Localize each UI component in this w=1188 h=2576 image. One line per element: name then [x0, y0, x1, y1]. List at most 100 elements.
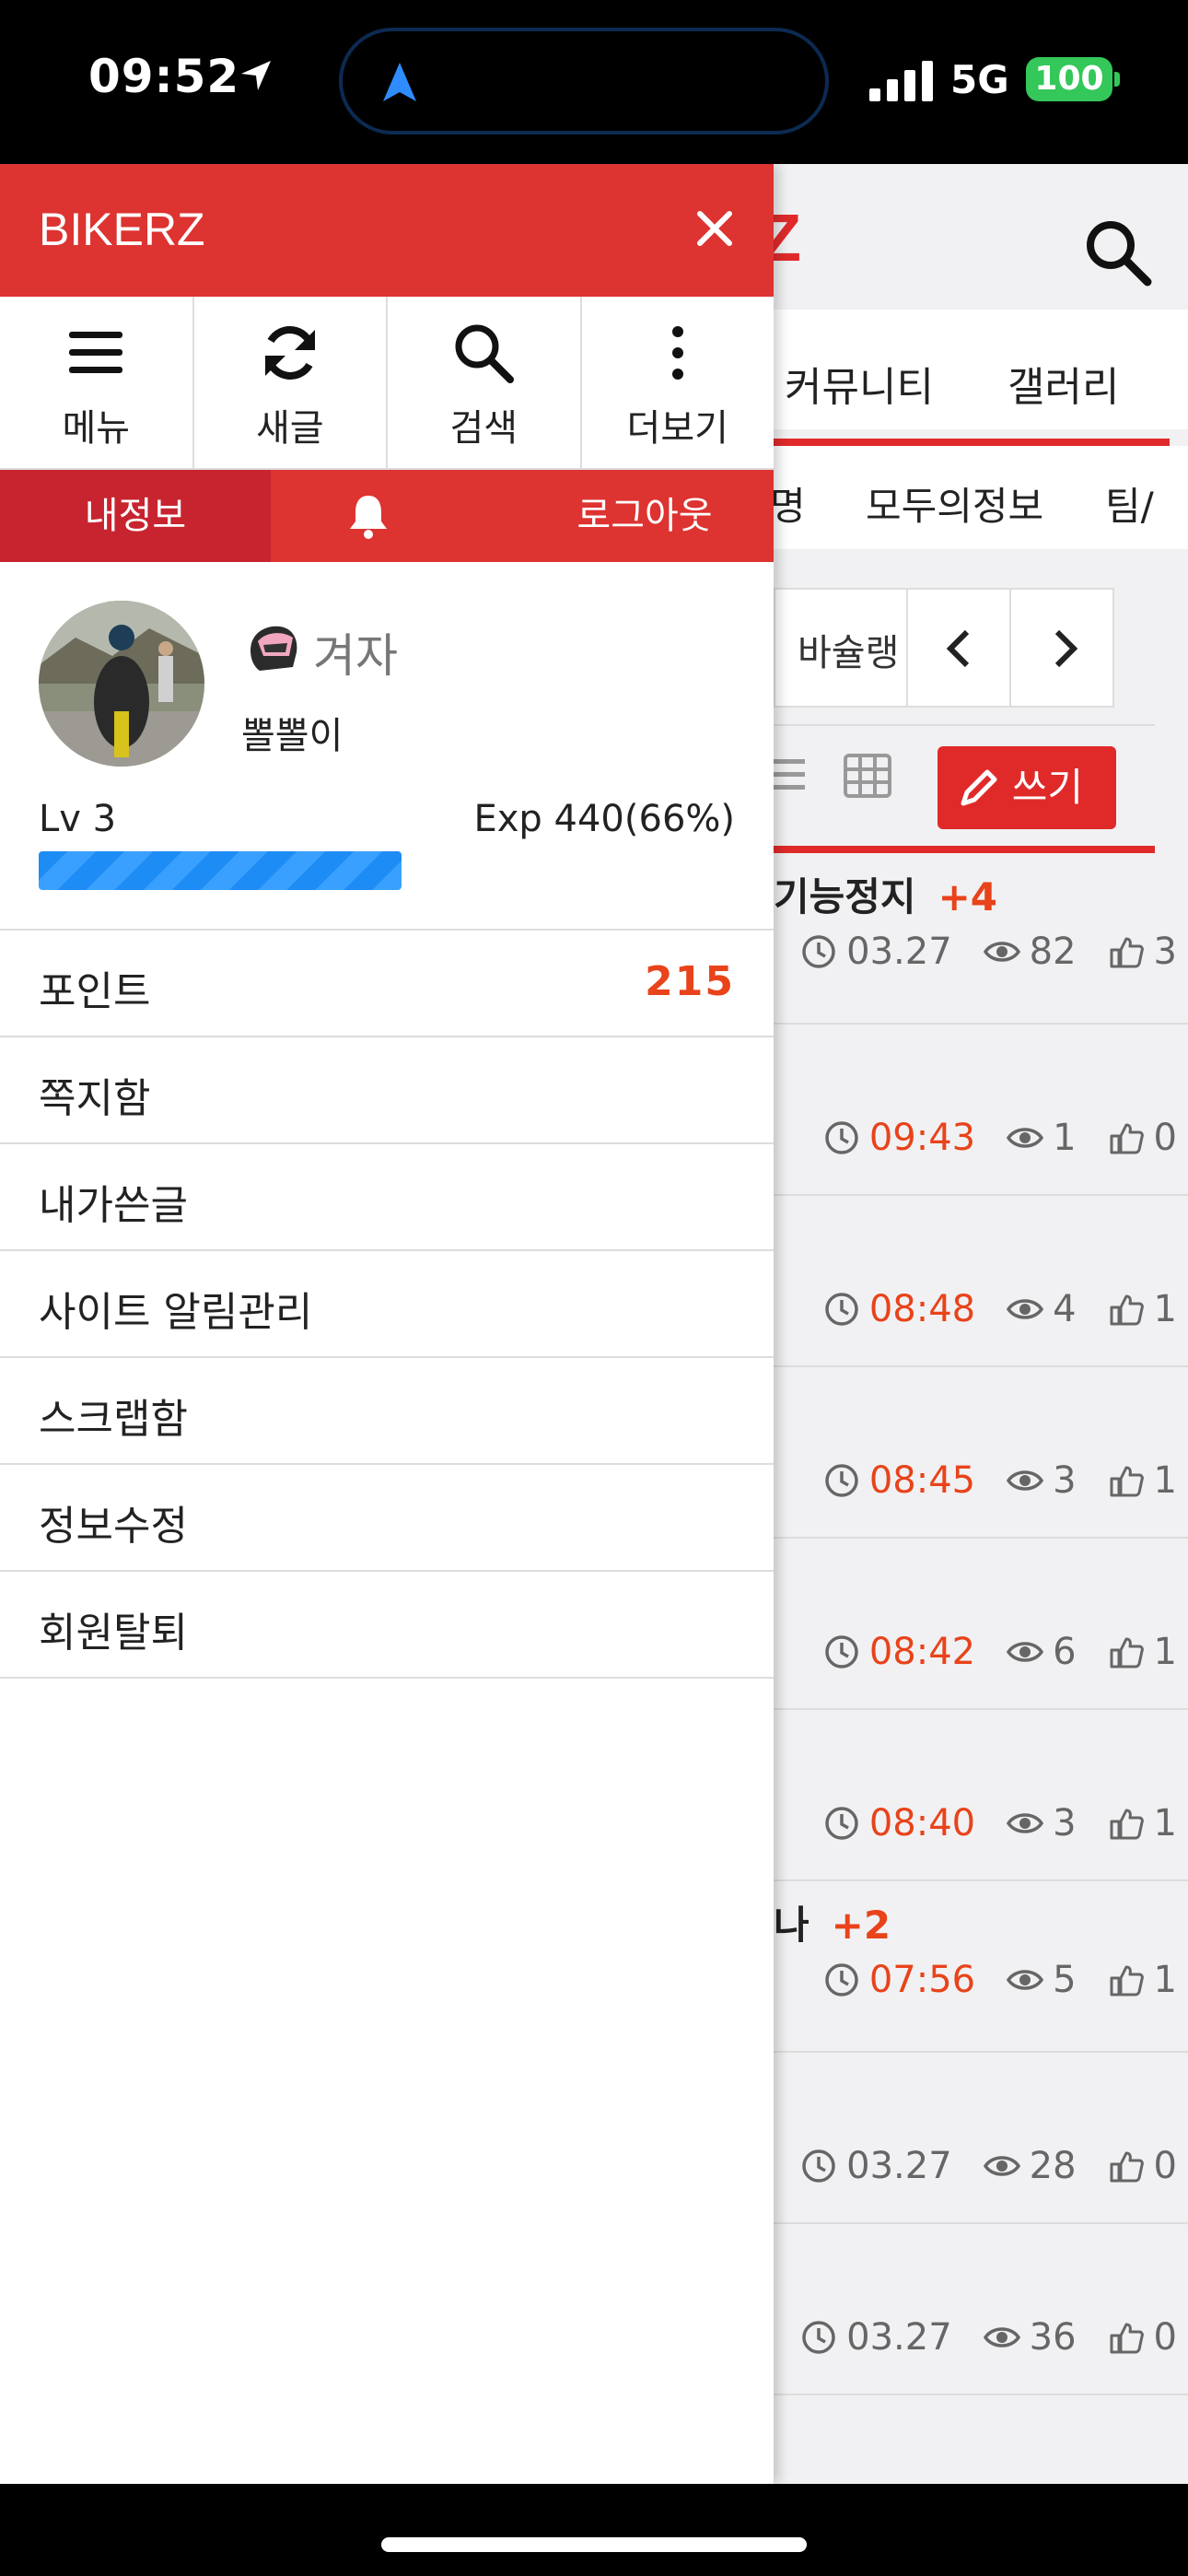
post-row[interactable]: 기능정지 +4 03.27 82 3: [774, 853, 1188, 1025]
menu-item-edit-profile[interactable]: 정보수정: [0, 1465, 774, 1572]
post-views: 5: [1053, 1959, 1077, 2001]
post-time: 03.27: [846, 2316, 952, 2359]
search-button[interactable]: 검색: [388, 297, 582, 468]
nav-gallery[interactable]: 갤러리: [1007, 354, 1119, 413]
close-icon[interactable]: [693, 206, 737, 251]
post-title-text: 기능정지: [774, 874, 916, 919]
post-time: 08:45: [868, 1459, 976, 1502]
post-title-text: 나: [774, 1903, 809, 1948]
thumbs-up-icon: [1110, 1637, 1144, 1669]
post-row[interactable]: 08:45 3 1: [774, 1367, 1188, 1539]
battery-tip: [1114, 72, 1120, 87]
bell-icon[interactable]: [344, 492, 392, 540]
post-title: 기능정지 +4: [774, 866, 997, 922]
post-meta: 07:56 5 1: [823, 1959, 1177, 2001]
post-row[interactable]: 03.27 36 0: [774, 2224, 1188, 2395]
filter-box[interactable]: 바슐랭: [774, 588, 908, 708]
comment-count-badge: +2: [831, 1903, 891, 1948]
new-posts-label: 새글: [255, 407, 324, 450]
post-views: 36: [1029, 2316, 1077, 2359]
menu-item-messages[interactable]: 쪽지함: [0, 1037, 774, 1144]
clock-icon: [825, 1293, 858, 1326]
post-row[interactable]: 09:43 1 0: [774, 1025, 1188, 1196]
search-icon[interactable]: [1081, 216, 1155, 289]
new-posts-button[interactable]: 새글: [194, 297, 388, 468]
menu-item-withdraw[interactable]: 회원탈퇴: [0, 1572, 774, 1679]
clock-icon: [802, 935, 835, 968]
post-likes: 1: [1153, 1802, 1177, 1844]
post-time: 09:43: [868, 1117, 976, 1159]
subnav-item[interactable]: 모두의정보: [866, 475, 1043, 532]
thumbs-up-icon: [1110, 2323, 1144, 2354]
hamburger-menu-icon: [69, 332, 123, 373]
pencil-icon: [961, 769, 997, 806]
exp-progress-fill: [39, 851, 402, 890]
next-button[interactable]: [1009, 588, 1114, 708]
post-meta: 03.27 28 0: [800, 2145, 1177, 2187]
refresh-icon: [264, 326, 315, 380]
menu-button-label: 메뉴: [62, 407, 131, 450]
menu-item-scrapbook[interactable]: 스크랩함: [0, 1358, 774, 1465]
list-top-underline: [774, 846, 1155, 853]
post-views: 82: [1029, 931, 1077, 973]
post-row[interactable]: 나 +2 07:56 5 1: [774, 1881, 1188, 2053]
navigation-arrow-icon: [383, 63, 416, 101]
post-likes: 1: [1153, 1459, 1177, 1502]
tab-my-info[interactable]: 내정보: [0, 470, 271, 562]
post-likes: 0: [1153, 2145, 1177, 2187]
post-time: 08:42: [868, 1631, 976, 1673]
menu-button[interactable]: 메뉴: [0, 297, 194, 468]
menu-item-label: 내가쓴글: [39, 1182, 188, 1229]
menu-item-my-posts[interactable]: 내가쓴글: [0, 1144, 774, 1251]
post-meta: 03.27 36 0: [800, 2316, 1177, 2359]
chevron-right-icon: [1054, 629, 1078, 668]
more-vertical-icon: [671, 326, 683, 380]
menu-item-label: 스크랩함: [39, 1396, 188, 1443]
eye-icon: [1007, 1299, 1044, 1319]
eye-icon: [983, 942, 1020, 962]
clock-icon: [825, 1635, 858, 1669]
battery-icon: 100: [1026, 57, 1112, 101]
post-row[interactable]: 08:40 3 1: [774, 1710, 1188, 1881]
network-type: 5G: [950, 57, 1009, 102]
clock-icon: [825, 1807, 858, 1840]
eye-icon: [983, 2327, 1020, 2348]
post-time: 08:40: [868, 1802, 976, 1844]
quick-actions: 메뉴 새글 검색 더보기: [0, 297, 774, 470]
prev-button[interactable]: [906, 588, 1011, 708]
drawer-title: BIKERZ: [39, 204, 205, 255]
subnav-item[interactable]: 명: [770, 475, 806, 532]
more-label: 더보기: [626, 407, 728, 450]
drawer-tabbar: 내정보 로그아웃: [0, 470, 774, 562]
post-views: 3: [1053, 1802, 1077, 1844]
nav-community[interactable]: 커뮤니티: [785, 354, 934, 413]
menu-item-notification-settings[interactable]: 사이트 알림관리: [0, 1251, 774, 1358]
menu-item-points[interactable]: 포인트 215: [0, 931, 774, 1037]
post-row[interactable]: 08:48 4 1: [774, 1196, 1188, 1367]
eye-icon: [1007, 1970, 1044, 1990]
eye-icon: [1007, 1128, 1044, 1148]
list-view-icon[interactable]: [768, 754, 805, 794]
menu-item-label: 정보수정: [39, 1503, 188, 1550]
logout-button[interactable]: 로그아웃: [543, 470, 746, 562]
grid-view-icon[interactable]: [844, 754, 891, 798]
home-area: [0, 2484, 1188, 2576]
subnav-item[interactable]: 팀/: [1105, 475, 1154, 532]
drawer-menu: 포인트 215 쪽지함 내가쓴글 사이트 알림관리 스크랩함 정보수정 회원탈퇴: [0, 931, 774, 1679]
eye-icon: [1007, 1470, 1044, 1491]
menu-item-label: 포인트: [39, 968, 151, 1015]
avatar[interactable]: [39, 601, 204, 767]
home-indicator[interactable]: [381, 2537, 807, 2552]
thumbs-up-icon: [1110, 1123, 1144, 1154]
thumbs-up-icon: [1110, 1809, 1144, 1840]
exp-label: Exp 440(66%): [473, 798, 735, 840]
eye-icon: [983, 2156, 1020, 2176]
more-button[interactable]: 더보기: [582, 297, 775, 468]
menu-item-label: 회원탈퇴: [39, 1610, 188, 1657]
post-views: 28: [1029, 2145, 1077, 2187]
post-row[interactable]: 08:42 6 1: [774, 1539, 1188, 1710]
post-row[interactable]: 03.27 28 0: [774, 2053, 1188, 2224]
comment-count-badge: +4: [938, 874, 997, 919]
clock-icon: [825, 1464, 858, 1497]
write-button[interactable]: 쓰기: [938, 746, 1116, 829]
